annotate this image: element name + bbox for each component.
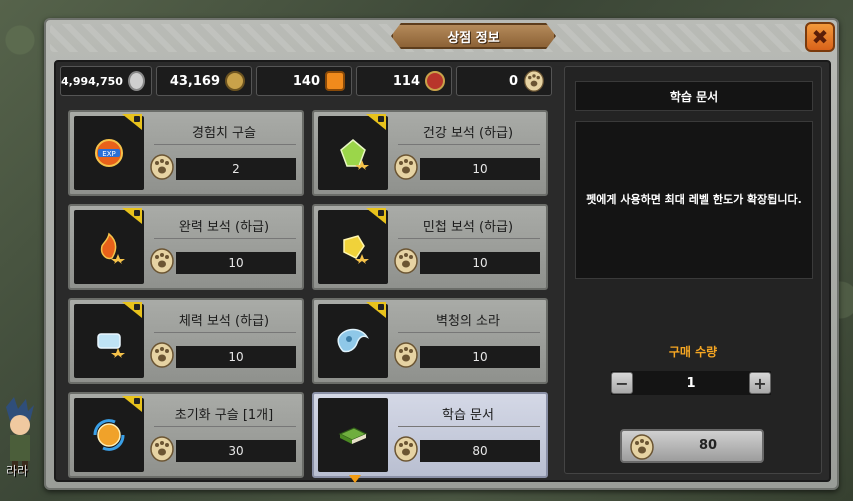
currency-value: 43,169 — [169, 73, 220, 89]
item-thumbnail — [318, 116, 388, 190]
divider — [398, 238, 540, 239]
item-thumbnail — [74, 398, 144, 472]
exp-orb-icon: EXP — [95, 139, 123, 167]
divider — [154, 238, 296, 239]
currency-value: 114 — [392, 73, 420, 89]
item-name: 건강 보석 (하급) — [422, 126, 514, 141]
currency-value: 4,994,750 — [61, 74, 123, 88]
shop-item-strength-gem[interactable]: 완력 보석 (하급) 10 — [68, 204, 304, 290]
divider — [154, 332, 296, 333]
item-price: 10 — [420, 252, 540, 274]
item-price: 2 — [176, 158, 296, 180]
quantity-stepper: − 1 + — [611, 371, 771, 395]
paw-coin-icon — [150, 248, 174, 274]
item-name: 학습 문서 — [442, 408, 494, 423]
item-thumbnail — [74, 304, 144, 378]
conch-shell-icon — [337, 328, 369, 353]
paw-coin-icon — [394, 248, 418, 274]
item-price: 80 — [420, 440, 540, 462]
item-price: 30 — [176, 440, 296, 462]
item-name: 완력 보석 (하급) — [178, 220, 270, 235]
divider — [154, 144, 296, 145]
shop-item-reset-orb[interactable]: 초기화 구슬 [1개] 30 — [68, 392, 304, 478]
currency-value: 0 — [508, 73, 518, 89]
paw-coin-icon — [630, 434, 654, 460]
quantity-value: 1 — [686, 375, 696, 391]
item-name: 민첩 보석 (하급) — [422, 220, 514, 235]
close-button[interactable]: ✖ — [805, 22, 835, 52]
currency-value: 140 — [292, 73, 320, 89]
divider — [398, 332, 540, 333]
close-icon: ✖ — [811, 25, 829, 49]
shop-item-conch[interactable]: 벽청의 소라 10 — [312, 298, 548, 384]
paw-coin-icon — [150, 154, 174, 180]
scroll-down-arrow-icon[interactable] — [349, 475, 361, 483]
item-price: 10 — [176, 252, 296, 274]
reset-orb-icon — [93, 419, 125, 451]
item-thumbnail — [318, 398, 388, 472]
currency-orange-gem: 140 — [256, 66, 352, 96]
decrease-quantity-button[interactable]: − — [611, 372, 633, 394]
shop-item-stamina-gem[interactable]: 체력 보석 (하급) 10 — [68, 298, 304, 384]
item-price: 10 — [176, 346, 296, 368]
paw-coin-icon — [394, 154, 418, 180]
paw-coin-icon — [524, 70, 544, 92]
item-thumbnail — [74, 210, 144, 284]
divider — [154, 426, 296, 427]
item-name: 초기화 구슬 [1개] — [174, 408, 274, 423]
buy-price: 80 — [698, 438, 718, 453]
currency-medal: 114 — [356, 66, 452, 96]
shop-content: 4,994,750 43,169 140 114 0 EXP 경험치 구슬 2 … — [54, 60, 831, 483]
shop-item-health-gem[interactable]: 건강 보석 (하급) 10 — [312, 110, 548, 196]
shop-item-agility-gem[interactable]: 민첩 보석 (하급) 10 — [312, 204, 548, 290]
blue-gem-icon — [97, 333, 125, 358]
book-icon — [338, 427, 368, 444]
item-price: 10 — [420, 346, 540, 368]
paw-coin-icon — [394, 342, 418, 368]
currency-paw: 0 — [456, 66, 552, 96]
window-title-plate: 상점 정보 — [391, 23, 556, 49]
detail-description: 펫에게 사용하면 최대 레벨 한도가 확장됩니다. — [575, 121, 813, 279]
item-thumbnail — [318, 210, 388, 284]
shop-item-exp-orb[interactable]: EXP 경험치 구슬 2 — [68, 110, 304, 196]
red-medal-icon — [425, 71, 445, 91]
item-thumbnail: EXP — [74, 116, 144, 190]
shop-window: 상점 정보 ✖ 4,994,750 43,169 140 114 0 EXP 경… — [44, 18, 839, 490]
item-name: 벽청의 소라 — [436, 314, 500, 329]
red-gem-icon — [100, 232, 125, 264]
silver-coin-icon — [127, 71, 145, 91]
currency-silver: 4,994,750 — [60, 66, 152, 96]
item-detail-panel: 학습 문서 펫에게 사용하면 최대 레벨 한도가 확장됩니다. 구매 수량 − … — [564, 66, 822, 474]
green-gem-icon — [340, 139, 369, 170]
item-name: 경험치 구슬 — [192, 126, 256, 141]
item-name: 체력 보석 (하급) — [178, 314, 270, 329]
paw-coin-icon — [394, 436, 418, 462]
paw-coin-icon — [150, 436, 174, 462]
item-thumbnail — [318, 304, 388, 378]
compass-coin-icon — [225, 71, 245, 91]
quantity-label: 구매 수량 — [668, 345, 718, 359]
shop-item-study-document[interactable]: 학습 문서 80 — [312, 392, 548, 478]
divider — [398, 426, 540, 427]
paw-coin-icon — [150, 342, 174, 368]
increase-quantity-button[interactable]: + — [748, 372, 771, 394]
svg-text:EXP: EXP — [102, 150, 115, 158]
character-name: 라라 — [6, 464, 29, 478]
detail-title: 학습 문서 — [575, 81, 813, 111]
buy-button[interactable]: 80 — [620, 429, 764, 463]
yellow-gem-icon — [343, 235, 369, 264]
window-title: 상점 정보 — [447, 30, 500, 46]
item-price: 10 — [420, 158, 540, 180]
currency-compass: 43,169 — [156, 66, 252, 96]
divider — [398, 144, 540, 145]
orange-gem-icon — [325, 71, 345, 91]
